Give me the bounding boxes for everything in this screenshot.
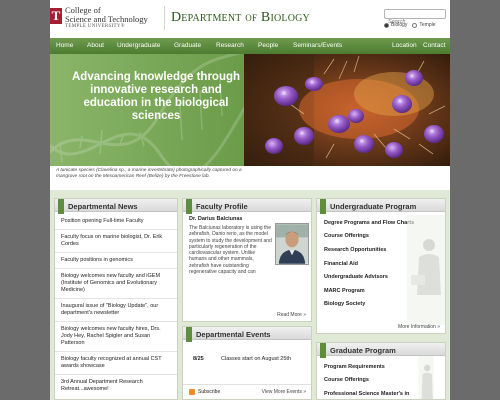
student-silhouette-art [407,215,445,325]
events-panel: Departmental Events 8/25 Classes start o… [182,326,312,400]
news-item[interactable]: Position opening Full-time Faculty [55,212,177,230]
news-item[interactable]: Biology faculty recognized at annual CST… [55,352,177,375]
events-panel-title: Departmental Events [196,330,271,339]
search-box [384,9,446,26]
ribbon-icon [186,327,192,342]
profile-photo[interactable] [275,223,309,265]
news-item[interactable]: Faculty focus on marine biologist, Dr. E… [55,230,177,253]
profile-panel-title: Faculty Profile [196,202,248,211]
dept-word-2: Biology [260,10,310,25]
undergraduate-panel: Undergraduate Program Degree Programs an… [316,198,446,334]
grad-panel-header: Graduate Program [317,343,445,358]
dept-of: of [245,13,258,23]
nav-research[interactable]: Research [216,42,244,49]
graduate-panel: Graduate Program Program Requirements Co… [316,342,446,400]
nav-graduate[interactable]: Graduate [174,42,201,49]
news-item[interactable]: Biology welcomes new faculty and iGEM (I… [55,269,177,299]
hero-banner: Advancing knowledge through innovative r… [50,54,450,166]
nav-seminars-events[interactable]: Seminars/Events [293,42,342,49]
undergrad-panel-header: Undergraduate Program [317,199,445,214]
undergrad-panel-title: Undergraduate Program [330,202,417,211]
tunicate-photo [244,54,450,166]
news-panel: Departmental News Position opening Full-… [54,198,178,400]
nav-home[interactable]: Home [56,42,73,49]
profile-text: The Balciunas laboratory is using the ze… [189,225,272,276]
nav-undergraduate[interactable]: Undergraduate [117,42,160,49]
view-more-events[interactable]: View More Events » [262,389,306,395]
undergrad-more-info[interactable]: More Information » [398,324,440,330]
radio-temple-label: Temple [419,22,436,28]
ribbon-icon [320,343,326,358]
main-nav: Home About Undergraduate Graduate Resear… [50,38,450,54]
news-item[interactable]: Biology welcomes new faculty hires, Drs.… [55,322,177,352]
ribbon-icon [58,199,64,214]
page: T College of Science and Technology TEMP… [50,0,450,400]
nav-about[interactable]: About [87,42,104,49]
news-panel-header: Departmental News [55,199,177,214]
profile-name[interactable]: Dr. Darius Balciunas [189,216,243,222]
events-divider [183,384,311,385]
news-item[interactable]: Faculty positions in genomics [55,253,177,269]
site-header: T College of Science and Technology TEMP… [50,0,450,38]
event-date: 8/25 [193,356,204,362]
radio-biology-label: Biology [391,22,408,28]
news-panel-title: Departmental News [68,202,138,211]
ribbon-icon [186,199,192,214]
news-item[interactable]: Inaugural issue of "Biology Update", our… [55,299,177,322]
hero-caption: A tunicate species (Clavelina sp., a mar… [56,168,242,179]
profile-read-more[interactable]: Read More » [277,312,306,318]
rss-icon[interactable] [189,389,195,395]
nav-people[interactable]: People [258,42,278,49]
radio-biology[interactable] [384,22,389,28]
college-line-2: Science and Technology [65,14,148,24]
researcher-silhouette-art [418,356,434,399]
nav-location[interactable]: Location [392,42,417,49]
university-name: TEMPLE UNIVERSITY® [65,24,125,29]
hero-tagline: Advancing knowledge through innovative r… [71,71,241,122]
events-panel-header: Departmental Events [183,327,311,342]
profile-panel-header: Faculty Profile [183,199,311,214]
subscribe-link[interactable]: Subscribe [198,389,220,395]
header-divider [164,6,165,30]
nav-contact[interactable]: Contact [423,42,445,49]
news-item[interactable]: 3rd Annual Department Research Retreat..… [55,375,177,397]
faculty-profile-panel: Faculty Profile Dr. Darius Balciunas The… [182,198,312,322]
temple-logo-letter: T [51,8,61,23]
college-name[interactable]: College of Science and Technology [65,6,171,24]
radio-temple[interactable] [412,22,418,28]
dept-word-1: Department [171,10,242,25]
department-title[interactable]: Department of Biology [171,10,310,26]
ribbon-icon [320,199,326,214]
search-scope: Biology Temple [384,22,436,28]
grad-panel-title: Graduate Program [330,346,396,355]
event-title[interactable]: Classes start on August 25th [221,356,291,363]
